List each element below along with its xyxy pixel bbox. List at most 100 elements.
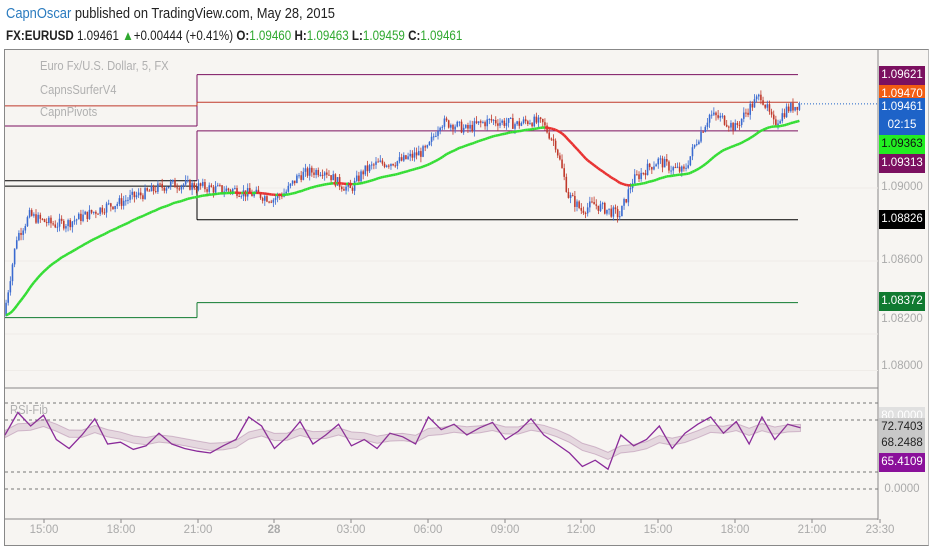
candle-body [550,138,553,140]
ma-line-segment [41,269,46,274]
candle-body [561,159,563,169]
candle-body [787,106,790,112]
ma-line-segment [721,148,726,152]
candle-body [499,122,501,126]
ma-line-segment [435,158,439,162]
ma-line-segment [39,272,44,276]
candle-body [608,208,610,210]
candle-body [240,196,243,198]
candle-body [60,218,63,221]
ma-line-segment [121,223,125,228]
candle-body [142,195,144,199]
candle-body [50,217,52,224]
candle-body [721,115,724,117]
candle-body [486,119,488,127]
ma-line-segment [506,131,509,135]
candle-body [394,165,397,167]
candle-body [390,163,392,167]
candle-body [563,168,565,177]
ma-line-segment [300,189,304,193]
candle-body [441,126,444,128]
ma-line-segment [15,302,20,307]
ma-line-segment [565,136,570,141]
ma-line-segment [730,145,734,149]
ma-line-segment [146,211,150,216]
candle-body [392,163,394,166]
candle-body [41,218,44,220]
candle-body [135,195,138,198]
ma-line-segment [448,150,452,155]
candle-body [405,155,407,159]
candle-body [75,219,78,221]
candle-body [266,196,268,202]
candle-body [146,188,148,191]
ma-line-segment [148,210,153,215]
candle-body [30,210,33,216]
ma-line-segment [290,192,293,196]
candle-body [214,186,217,193]
candle-body [332,174,335,181]
ma-line-segment [606,173,610,177]
ma-line-segment [123,222,127,227]
candle-body [477,121,480,124]
candle-body [663,159,666,168]
ma-line-segment [431,160,435,165]
candle-body [599,204,602,211]
ma-line-segment [710,155,715,160]
candle-body [751,103,754,108]
candle-body [114,205,116,209]
chart-canvas[interactable] [0,0,932,550]
candle-body [172,179,174,182]
candle-body [559,155,561,160]
ma-line-segment [103,231,108,236]
price-tick: 1.08000 [881,360,923,372]
candle-body [221,185,223,193]
ma-line-segment [769,125,772,129]
ma-line-segment [142,213,146,218]
candle-body [345,186,347,191]
candle-body [137,192,140,196]
candle-body [569,195,572,198]
candle-body [82,214,84,221]
time-tick: 06:00 [413,524,443,536]
price-label: 1.09461 [879,98,925,117]
candle-body [766,104,769,108]
candle-body [781,113,784,122]
ma-line-segment [619,181,623,185]
ma-line-segment [157,207,161,211]
candle-body [129,194,131,200]
candle-body [742,112,745,119]
candle-body [18,232,20,241]
ma-line-segment [375,177,379,181]
price-label: 1.09621 [879,66,925,85]
ma-line-segment [597,167,602,172]
candle-body [533,116,536,127]
ma-line-segment [473,140,477,144]
ma-line-segment [741,140,745,144]
ma-line-segment [484,137,488,141]
rsi-tick: 0.0000 [884,483,920,495]
candle-body [783,113,786,118]
ma-line-segment [463,144,467,148]
candle-body [13,248,16,265]
candle-body [426,145,429,148]
candle-body [174,179,176,188]
candle-body [661,158,664,168]
candle-body [653,166,655,170]
candle-body [644,173,647,176]
candle-body [227,188,230,191]
candle-body [527,121,529,124]
ma-line-segment [144,212,148,217]
ma-line-segment [747,136,751,141]
ma-line-segment [732,144,736,148]
candle-body [201,182,204,186]
ma-line-segment [125,221,129,226]
ma-line-segment [488,135,492,139]
price-label: 02:15 [879,116,925,135]
ma-line-segment [302,188,306,192]
ma-line-segment [480,138,484,142]
candle-body [728,126,730,128]
ma-line-segment [294,191,298,195]
candle-body [627,189,630,203]
candle-body [642,172,645,174]
